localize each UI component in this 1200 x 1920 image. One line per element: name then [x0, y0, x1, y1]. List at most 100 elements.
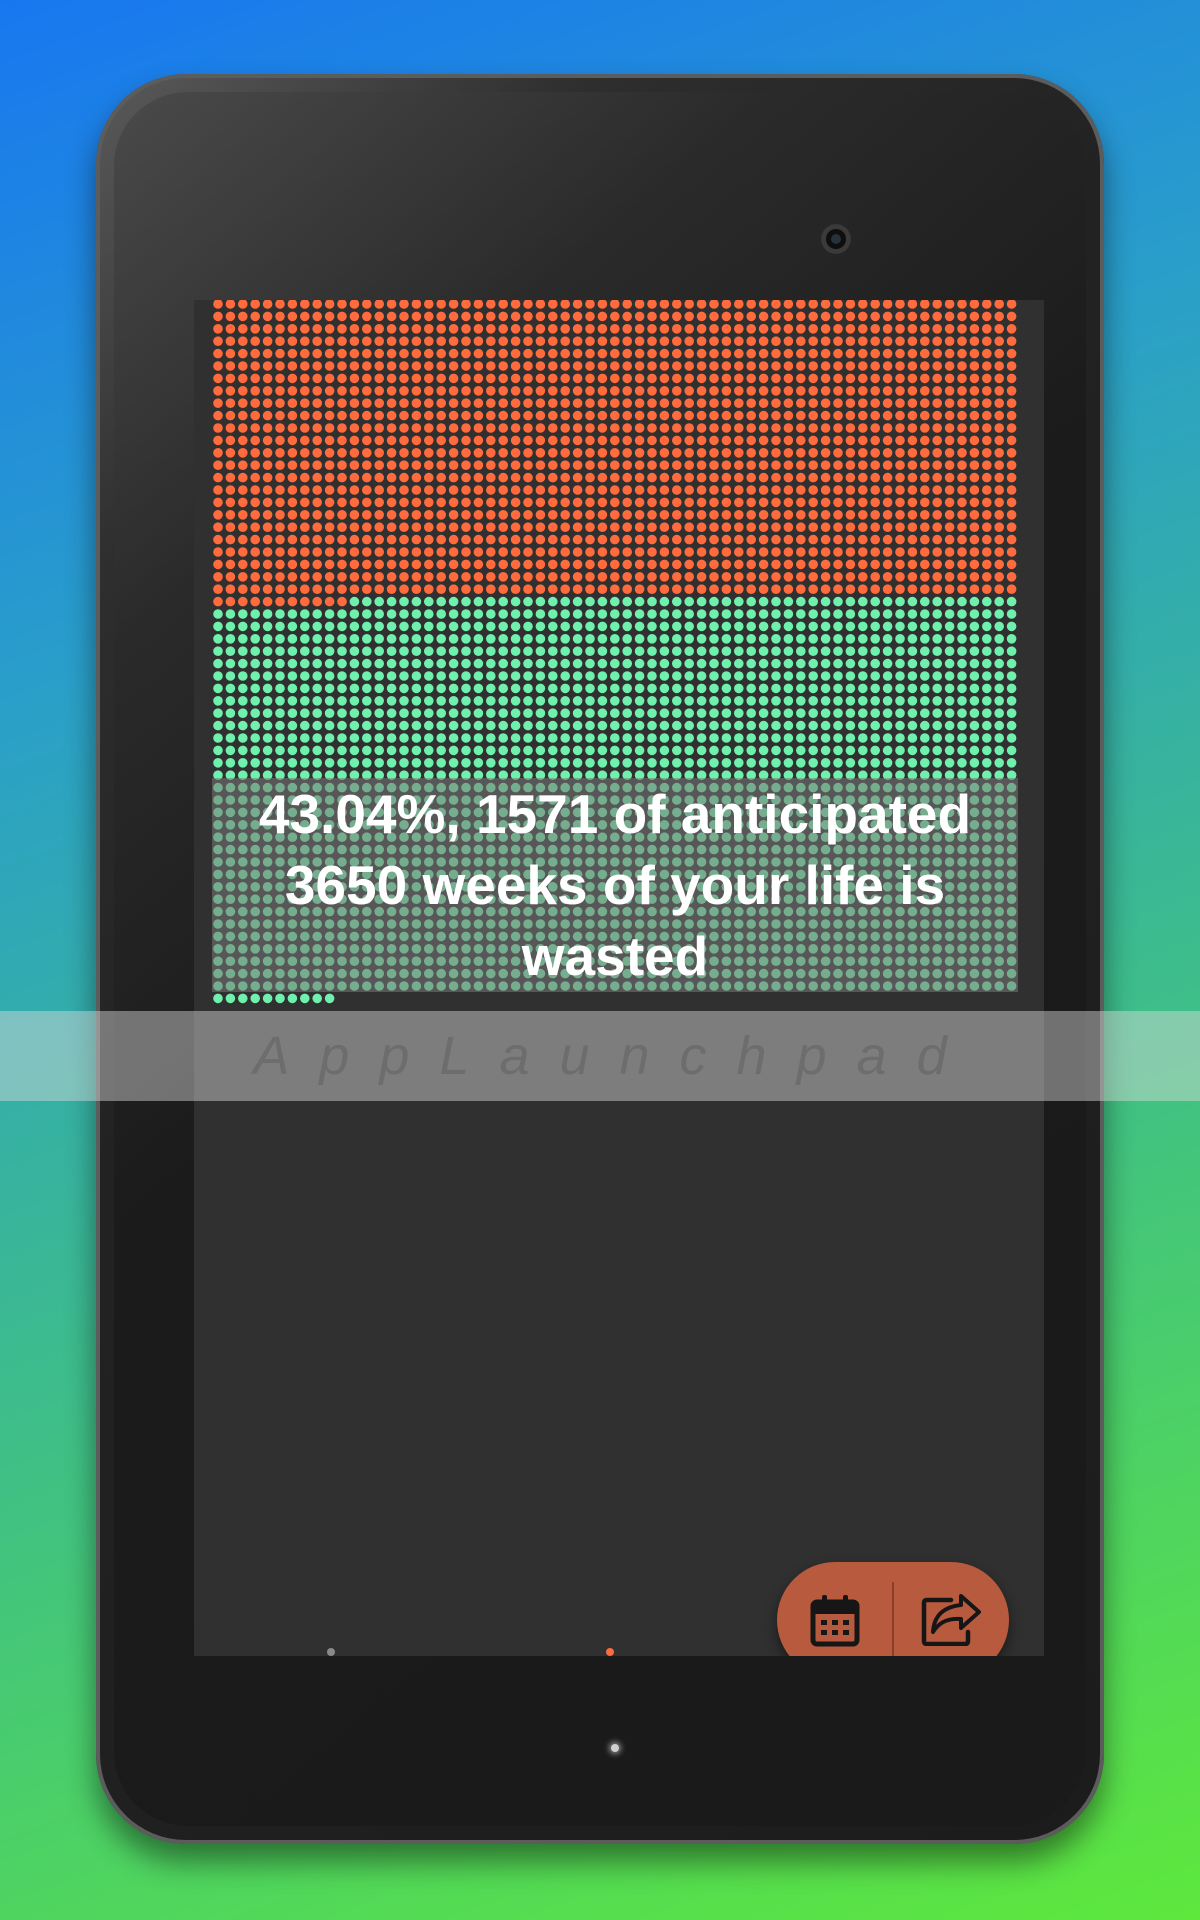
remaining-week-dot	[796, 634, 806, 644]
remaining-week-dot	[659, 646, 670, 656]
lived-week-dot	[734, 336, 744, 346]
remaining-week-dot	[523, 596, 533, 607]
lived-week-dot	[262, 485, 273, 495]
remaining-week-dot	[399, 720, 409, 731]
lived-week-dot	[808, 510, 818, 520]
lived-week-dot	[944, 448, 955, 458]
remaining-week-dot	[982, 733, 992, 743]
lived-week-dot	[709, 336, 719, 346]
lived-week-dot	[287, 361, 298, 371]
lived-week-dot	[684, 522, 694, 532]
remaining-week-dot	[746, 658, 756, 669]
remaining-week-dot	[597, 658, 608, 669]
lived-week-dot	[783, 311, 794, 322]
lived-week-dot	[436, 559, 446, 570]
lived-week-dot	[895, 300, 905, 309]
remaining-week-dot	[833, 658, 843, 669]
lived-week-dot	[448, 361, 459, 371]
remaining-week-dot	[622, 621, 632, 632]
remaining-week-dot	[882, 596, 893, 607]
lived-week-dot	[734, 547, 744, 557]
remaining-week-dot	[597, 683, 608, 694]
lived-week-dot	[324, 485, 335, 495]
lived-week-dot	[349, 373, 360, 384]
remaining-week-dot	[771, 646, 781, 656]
remaining-week-dot	[1006, 745, 1017, 756]
remaining-week-dot	[1006, 696, 1017, 706]
lived-week-dot	[1006, 534, 1017, 545]
lived-week-dot	[783, 423, 794, 433]
lived-week-dot	[882, 460, 893, 470]
lived-week-dot	[957, 485, 967, 495]
lived-week-dot	[895, 448, 905, 458]
lived-week-dot	[548, 410, 558, 421]
remaining-week-dot	[349, 708, 360, 718]
lived-week-dot	[523, 373, 533, 384]
lived-week-dot	[585, 361, 595, 371]
lived-week-dot	[337, 435, 347, 446]
lived-week-dot	[994, 373, 1004, 384]
lived-week-dot	[870, 386, 880, 396]
lived-week-dot	[796, 386, 806, 396]
remaining-week-dot	[982, 609, 992, 619]
lived-week-dot	[932, 485, 942, 495]
remaining-week-dot	[647, 634, 657, 644]
remaining-week-dot	[734, 671, 744, 681]
lived-week-dot	[486, 522, 496, 532]
lived-week-dot	[634, 497, 645, 508]
lived-week-dot	[820, 559, 831, 570]
remaining-week-dot	[672, 733, 682, 743]
remaining-week-dot	[597, 758, 608, 768]
lived-week-dot	[424, 460, 434, 470]
lived-week-dot	[275, 435, 285, 446]
share-button[interactable]	[911, 1580, 991, 1656]
lived-week-dot	[424, 572, 434, 582]
lived-week-dot	[548, 373, 558, 384]
lived-week-dot	[275, 510, 285, 520]
lived-week-dot	[771, 572, 781, 582]
lived-week-dot	[709, 460, 719, 470]
lived-week-dot	[262, 510, 273, 520]
lived-week-dot	[734, 423, 744, 433]
lived-week-dot	[411, 472, 422, 483]
remaining-week-dot	[238, 634, 248, 644]
remaining-week-dot	[920, 683, 930, 694]
lived-week-dot	[709, 448, 719, 458]
remaining-week-dot	[399, 758, 409, 768]
lived-week-dot	[907, 497, 918, 508]
lived-week-dot	[920, 485, 930, 495]
lived-week-dot	[758, 448, 769, 458]
lived-week-dot	[250, 348, 260, 359]
remaining-week-dot	[994, 646, 1004, 656]
tablet-bezel: 43.04%, 1571 of anticipated 3650 weeks o…	[114, 92, 1086, 1826]
lived-week-dot	[374, 410, 384, 421]
remaining-week-dot	[721, 708, 732, 718]
calendar-button[interactable]	[795, 1580, 875, 1656]
lived-week-dot	[560, 497, 570, 508]
lived-week-dot	[746, 423, 756, 433]
lived-week-dot	[337, 386, 347, 396]
lived-week-dot	[324, 348, 335, 359]
remaining-week-dot	[944, 646, 955, 656]
lived-week-dot	[436, 311, 446, 322]
lived-week-dot	[758, 547, 769, 557]
lived-week-dot	[957, 522, 967, 532]
lived-week-dot	[833, 324, 843, 334]
lived-week-dot	[411, 373, 422, 384]
remaining-week-dot	[659, 720, 670, 731]
remaining-week-dot	[535, 609, 546, 619]
remaining-week-dot	[1006, 733, 1017, 743]
lived-week-dot	[349, 410, 360, 421]
lived-week-dot	[1006, 410, 1017, 421]
lived-week-dot	[870, 361, 880, 371]
lived-week-dot	[684, 336, 694, 346]
lived-week-dot	[994, 336, 1004, 346]
lived-week-dot	[312, 460, 322, 470]
lived-week-dot	[498, 448, 509, 458]
remaining-week-dot	[399, 609, 409, 619]
remaining-week-dot	[845, 683, 856, 694]
lived-week-dot	[746, 386, 756, 396]
lived-week-dot	[461, 522, 471, 532]
lived-week-dot	[535, 522, 546, 532]
remaining-week-dot	[424, 596, 434, 607]
